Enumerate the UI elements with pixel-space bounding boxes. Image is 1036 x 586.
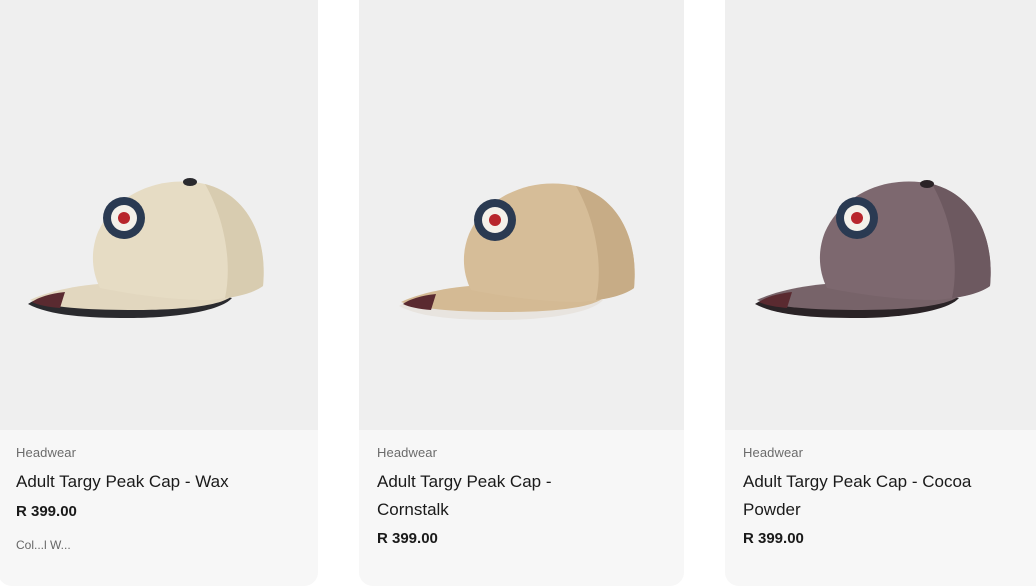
- product-price: R 399.00: [377, 530, 438, 547]
- product-image[interactable]: [359, 0, 684, 430]
- cap-image: [28, 178, 264, 318]
- product-info: Headwear Adult Targy Peak Cap - Cocoa Po…: [725, 430, 1036, 586]
- product-title[interactable]: Adult Targy Peak Cap - Cornstalk: [377, 468, 617, 524]
- product-info: Headwear Adult Targy Peak Cap - Cornstal…: [359, 430, 684, 586]
- product-card[interactable]: Headwear Adult Targy Peak Cap - Cocoa Po…: [725, 0, 1036, 586]
- product-image[interactable]: [0, 0, 318, 430]
- product-image[interactable]: [725, 0, 1036, 430]
- product-category: Headwear: [16, 445, 77, 460]
- product-card[interactable]: Headwear Adult Targy Peak Cap - Wax R 39…: [0, 0, 318, 586]
- cap-image: [755, 180, 991, 318]
- product-grid: Headwear Adult Targy Peak Cap - Wax R 39…: [0, 0, 1036, 586]
- product-category: Headwear: [377, 445, 438, 460]
- product-title[interactable]: Adult Targy Peak Cap - Cocoa Powder: [743, 468, 993, 524]
- product-price: R 399.00: [16, 503, 77, 520]
- product-category: Headwear: [743, 445, 804, 460]
- product-title[interactable]: Adult Targy Peak Cap - Wax: [16, 468, 256, 496]
- product-card[interactable]: Headwear Adult Targy Peak Cap - Cornstal…: [359, 0, 684, 586]
- product-info: Headwear Adult Targy Peak Cap - Wax R 39…: [0, 430, 318, 586]
- product-price: R 399.00: [743, 530, 804, 547]
- product-colour-label: Col...l W...: [16, 538, 71, 552]
- cap-image: [399, 183, 635, 320]
